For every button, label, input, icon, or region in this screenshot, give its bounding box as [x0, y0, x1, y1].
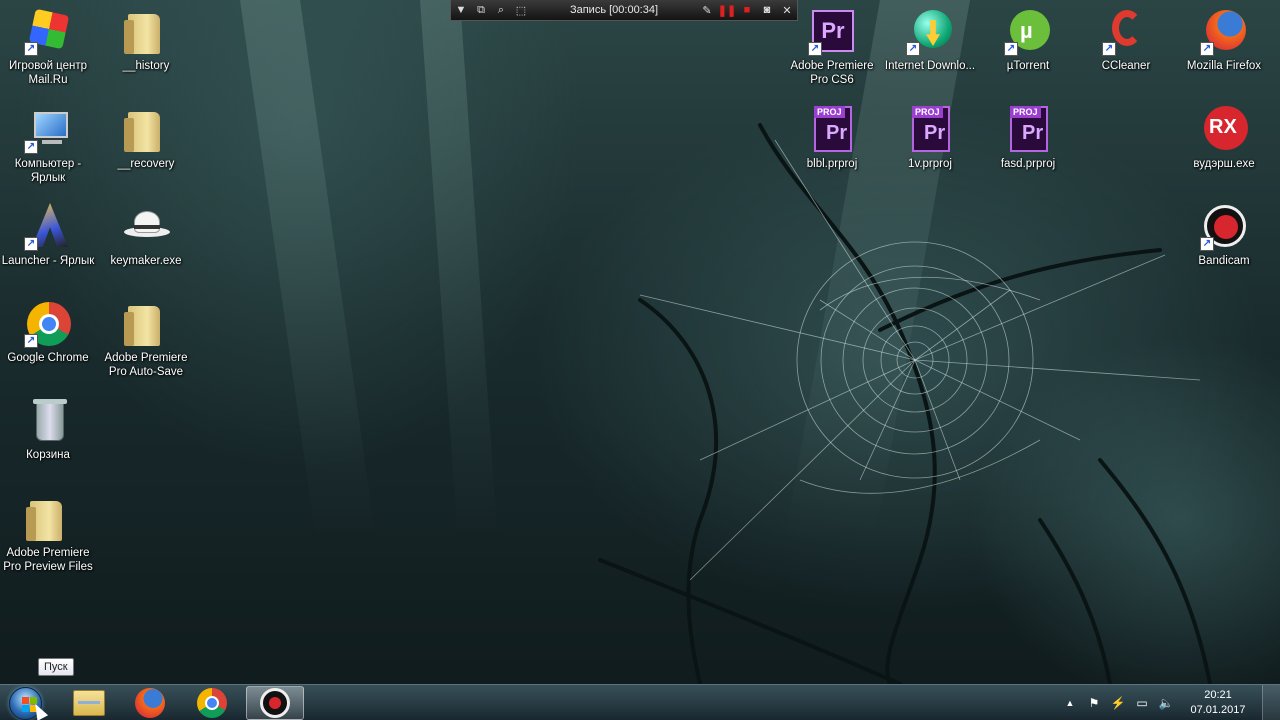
desktop-icon-google-chrome[interactable]: ↗ Google Chrome — [0, 296, 96, 386]
desktop-icon-recovery[interactable]: __recovery — [98, 102, 194, 192]
keymaker-icon — [122, 203, 170, 251]
computer-icon: ↗ — [24, 106, 72, 154]
desktop-icon-rx-exe[interactable]: RX вудэрш.exe — [1176, 102, 1272, 192]
explorer-icon — [73, 690, 105, 716]
game-center-icon: ↗ — [24, 8, 72, 56]
bandicam-icon: ↗ — [1200, 203, 1248, 251]
network-icon[interactable]: ▭ — [1134, 695, 1150, 711]
camera-icon[interactable]: ◙ — [757, 0, 777, 20]
launcher-icon: ↗ — [24, 203, 72, 251]
desktop-icon-utorrent[interactable]: µ ↗ µTorrent — [980, 4, 1076, 94]
desktop-icon-game-center[interactable]: ↗ Игровой центр Mail.Ru — [0, 4, 96, 94]
prproj-icon: PROJ Pr — [906, 106, 954, 154]
taskbar-chrome[interactable] — [183, 686, 241, 720]
bandicam-icon — [260, 688, 290, 718]
clock[interactable]: 20:21 07.01.2017 — [1184, 688, 1252, 718]
chrome-icon: ↗ — [24, 300, 72, 348]
desktop-icon-blbl-prproj[interactable]: PROJ Pr blbl.prproj — [784, 102, 880, 192]
desktop-icon-recycle-bin[interactable]: Корзина — [0, 393, 96, 483]
firefox-icon: ↗ — [1200, 8, 1248, 56]
show-desktop-button[interactable] — [1262, 685, 1280, 720]
desktop-icon-bandicam[interactable]: ↗ Bandicam — [1176, 199, 1272, 289]
action-center-icon[interactable]: ⚑ — [1086, 695, 1102, 711]
prproj-icon: PROJ Pr — [808, 106, 856, 154]
stop-icon[interactable]: ■ — [737, 0, 757, 20]
desktop-icon-fasd-prproj[interactable]: PROJ Pr fasd.prproj — [980, 102, 1076, 192]
pause-icon[interactable]: ❚❚ — [717, 0, 737, 20]
power-icon[interactable]: ⚡ — [1110, 695, 1126, 711]
firefox-icon — [135, 688, 165, 718]
chrome-icon — [197, 688, 227, 718]
dropdown-icon[interactable]: ▼ — [451, 0, 471, 20]
taskbar-bandicam[interactable] — [246, 686, 304, 720]
rx-icon: RX — [1200, 106, 1248, 154]
desktop-icon-ccleaner[interactable]: ↗ CCleaner — [1078, 4, 1174, 94]
recycle-bin-icon — [24, 397, 72, 445]
desktop-icon-keymaker[interactable]: keymaker.exe — [98, 199, 194, 289]
clock-time: 20:21 — [1204, 689, 1232, 701]
prproj-icon: PROJ Pr — [1004, 106, 1052, 154]
window-icon[interactable]: ⧉ — [471, 0, 491, 20]
desktop-icon-history[interactable]: __history — [98, 4, 194, 94]
folder-icon — [122, 8, 170, 56]
clock-date: 07.01.2017 — [1190, 704, 1246, 716]
taskbar-firefox[interactable] — [121, 686, 179, 720]
idm-icon: ↗ — [906, 8, 954, 56]
recording-title: Запись [00:00:34] — [569, 4, 659, 16]
bandicam-recording-bar: ▼ ⧉ ⌕ ⬚ Запись [00:00:34] ✎ ❚❚ ■ ◙ ✕ — [450, 0, 798, 21]
taskbar: ▲ ⚑ ⚡ ▭ 🔈 20:21 07.01.2017 — [0, 684, 1280, 720]
ccleaner-icon: ↗ — [1102, 8, 1150, 56]
taskbar-explorer[interactable] — [60, 686, 118, 720]
desktop-icon-1v-prproj[interactable]: PROJ Pr 1v.prproj — [882, 102, 978, 192]
desktop-icon-premiere-preview-files[interactable]: Adobe Premiere Pro Preview Files — [0, 491, 96, 581]
utorrent-icon: µ ↗ — [1004, 8, 1052, 56]
zoom-icon[interactable]: ⌕ — [491, 0, 511, 20]
desktop-icon-internet-download-manager[interactable]: ↗ Internet Downlo... — [882, 4, 978, 94]
start-tooltip: Пуск — [38, 658, 74, 676]
folder-icon — [24, 495, 72, 543]
pencil-icon[interactable]: ✎ — [697, 0, 717, 20]
desktop-icon-premiere-auto-save[interactable]: Adobe Premiere Pro Auto-Save — [98, 296, 194, 386]
desktop-icon-mozilla-firefox[interactable]: ↗ Mozilla Firefox — [1176, 4, 1272, 94]
region-icon[interactable]: ⬚ — [511, 0, 531, 20]
volume-icon[interactable]: 🔈 — [1158, 695, 1174, 711]
folder-icon — [122, 106, 170, 154]
premiere-icon: Pr ↗ — [808, 8, 856, 56]
show-hidden-icon[interactable]: ▲ — [1062, 695, 1078, 711]
desktop-icon-adobe-premiere[interactable]: Pr ↗ Adobe Premiere Pro CS6 — [784, 4, 880, 94]
desktop-icon-computer[interactable]: ↗ Компьютер - Ярлык — [0, 102, 96, 192]
folder-icon — [122, 300, 170, 348]
desktop-icon-launcher[interactable]: ↗ Launcher - Ярлык — [0, 199, 96, 289]
